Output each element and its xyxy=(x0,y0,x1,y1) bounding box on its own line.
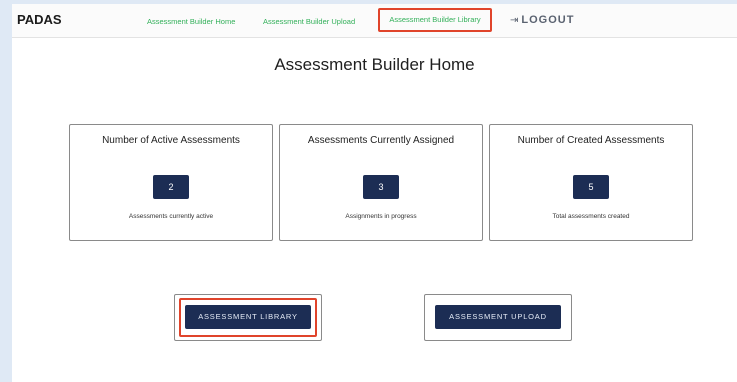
brand-logo[interactable]: PADAS xyxy=(17,12,62,27)
main-page: PADAS Assessment Builder Home Assessment… xyxy=(12,4,737,382)
card-value-badge: 3 xyxy=(363,175,399,199)
logout-icon: ⇥ xyxy=(510,15,519,26)
card-title: Assessments Currently Assigned xyxy=(307,135,455,146)
card-caption: Total assessments created xyxy=(552,213,630,220)
card-value-badge: 2 xyxy=(153,175,189,199)
nav-link-library[interactable]: Assessment Builder Library xyxy=(378,8,492,32)
nav-link-home[interactable]: Assessment Builder Home xyxy=(147,17,235,26)
card-caption: Assignments in progress xyxy=(345,213,417,220)
top-navbar: PADAS Assessment Builder Home Assessment… xyxy=(12,4,737,38)
assessment-library-button[interactable]: ASSESSMENT LIBRARY xyxy=(185,305,311,329)
assigned-assessments-card: Assessments Currently Assigned 3 Assignm… xyxy=(279,124,483,241)
card-title: Number of Created Assessments xyxy=(517,135,665,146)
logout-button[interactable]: ⇥ LOGOUT xyxy=(510,14,574,26)
assessment-upload-button[interactable]: ASSESSMENT UPLOAD xyxy=(435,305,561,329)
logout-label: LOGOUT xyxy=(521,14,575,26)
nav-link-upload[interactable]: Assessment Builder Upload xyxy=(263,17,355,26)
created-assessments-card: Number of Created Assessments 5 Total as… xyxy=(489,124,693,241)
card-caption: Assessments currently active xyxy=(128,213,214,220)
card-value-badge: 5 xyxy=(573,175,609,199)
card-title: Number of Active Assessments xyxy=(102,135,240,146)
assessment-upload-frame: ASSESSMENT UPLOAD xyxy=(424,294,572,341)
assessment-library-frame: ASSESSMENT LIBRARY xyxy=(174,294,322,341)
active-assessments-card: Number of Active Assessments 2 Assessmen… xyxy=(69,124,273,241)
page-title: Assessment Builder Home xyxy=(274,55,475,74)
